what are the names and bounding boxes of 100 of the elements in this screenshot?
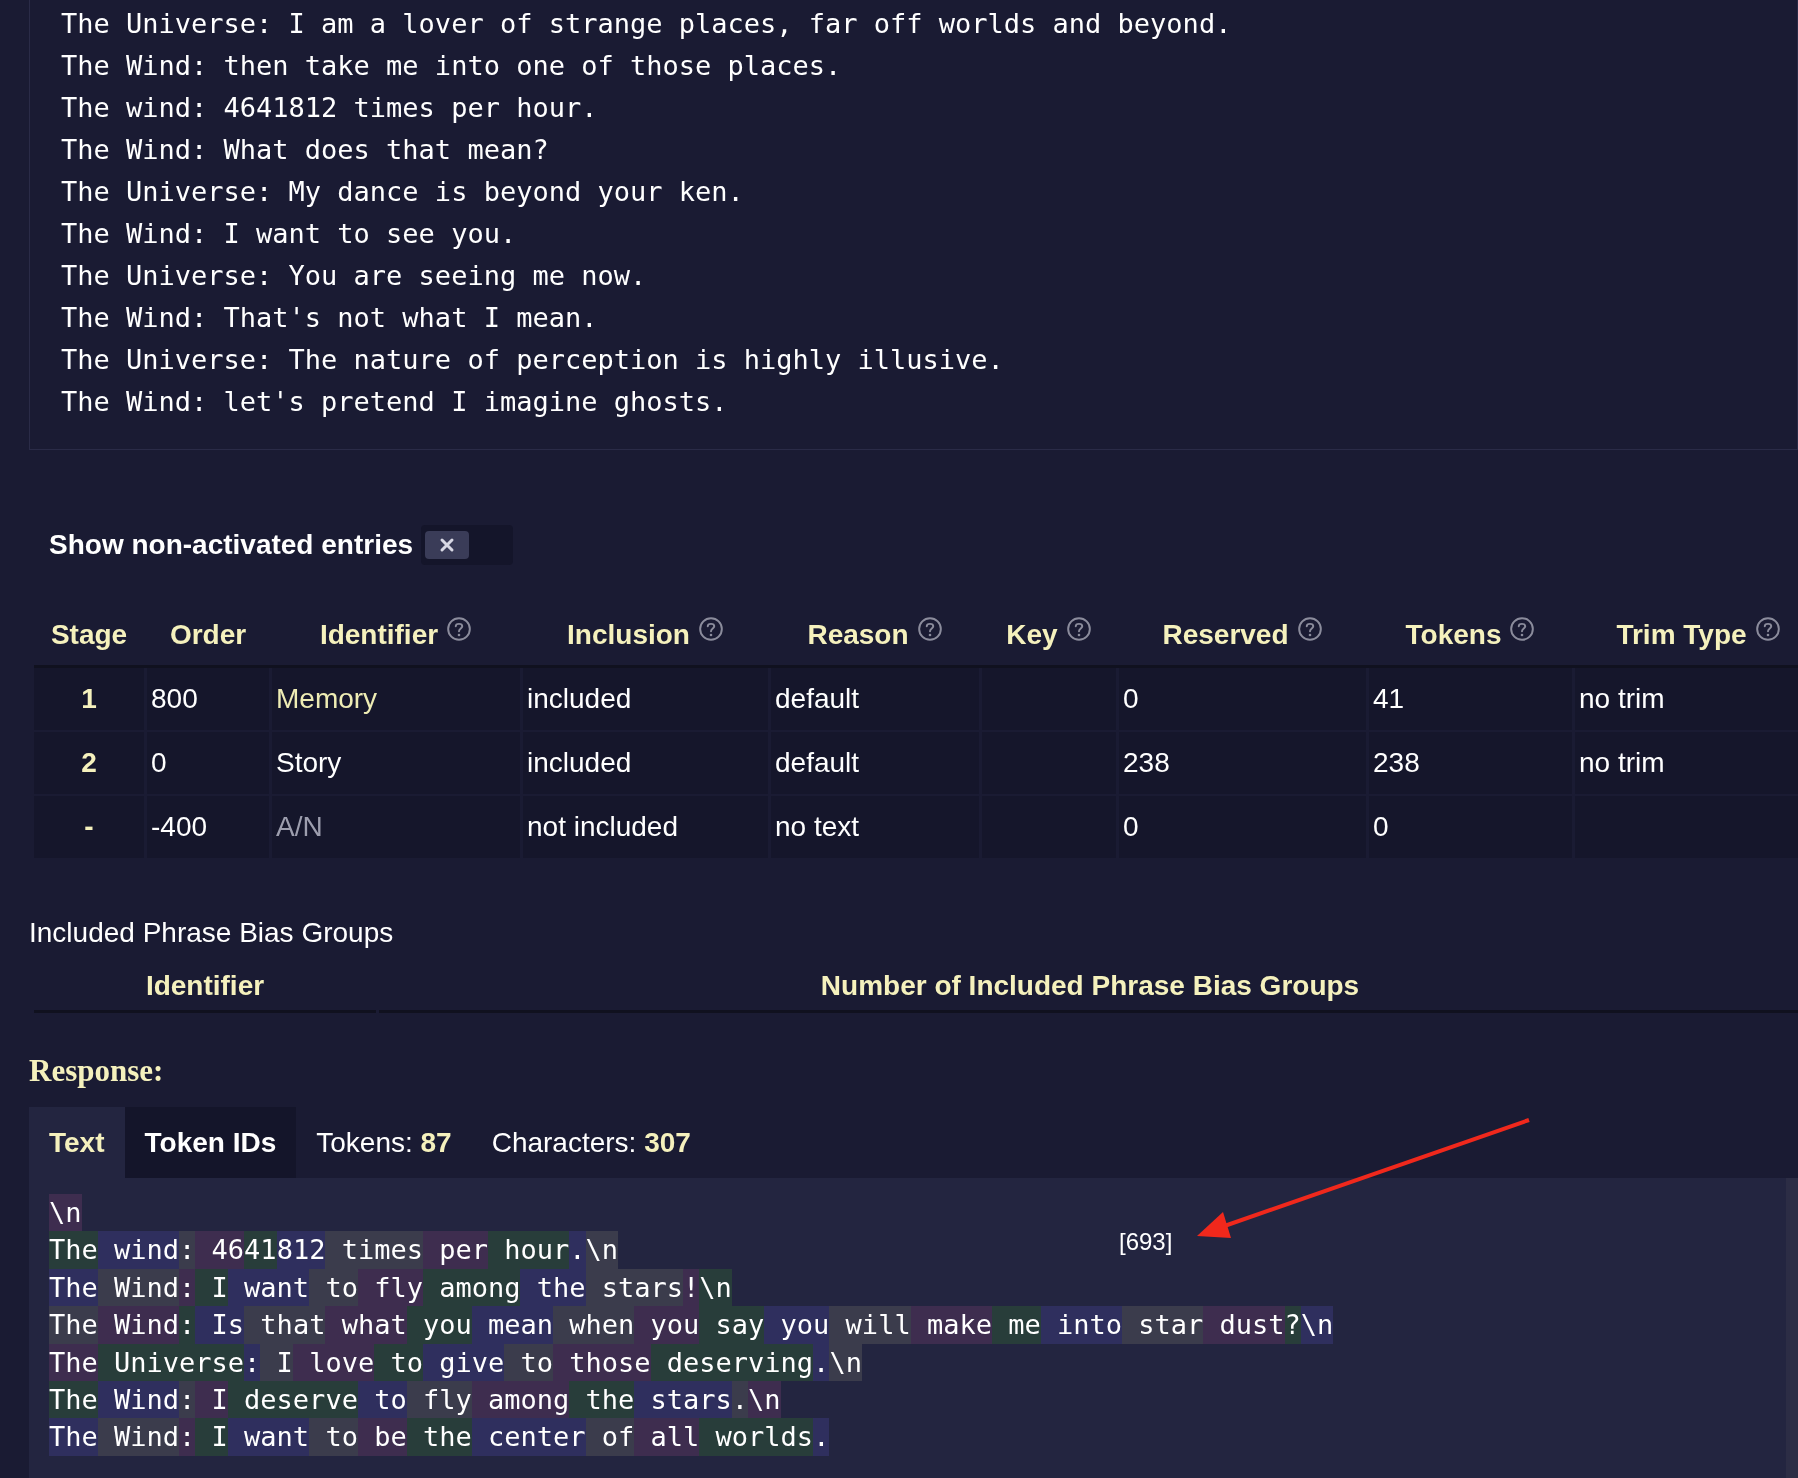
token: \n [748,1380,781,1419]
token: all [634,1418,700,1456]
token: center [471,1418,586,1456]
column-header: Identifier [34,961,376,1013]
help-icon[interactable] [446,616,473,642]
token: dust [1203,1306,1285,1344]
stat-text: Tokens: 87 [316,1126,452,1159]
token: I [195,1268,228,1307]
token: : [179,1418,196,1456]
token: . [813,1343,830,1381]
token: Wind [97,1306,180,1344]
column-header: Identifier [272,619,520,651]
table-cell: Memory [272,668,520,732]
token: to [504,1343,553,1381]
token: be [357,1418,407,1456]
column-header: Number of Included Phrase Bias Groups [379,961,1798,1013]
token: deserve [227,1380,358,1419]
tab[interactable]: Text [29,1107,125,1178]
context-line: The Wind: let's pretend I imagine ghosts. [61,385,729,419]
token: you [634,1306,700,1344]
help-icon[interactable] [1065,616,1092,642]
table-cell: 0 [1369,796,1572,860]
table-cell: 41 [1369,668,1572,732]
token: The [49,1306,98,1344]
token: that [244,1306,326,1344]
help-icon[interactable] [1754,616,1781,642]
table-cell: no trim [1575,732,1798,796]
token: Wind [97,1268,180,1307]
table-cell: included [523,668,768,732]
token: among [471,1380,570,1419]
help-icon[interactable] [1509,616,1536,642]
table-cell: no text [771,796,979,860]
table-cell: included [523,732,768,796]
table-cell: 800 [147,668,269,732]
context-line: The Wind: then take me into one of those places. [61,49,843,83]
column-header: Inclusion [523,619,768,651]
token: Wind [97,1380,180,1419]
token: : [179,1231,196,1269]
table-cell: 0 [1119,796,1366,860]
token: to [357,1380,407,1419]
token: . [569,1231,586,1269]
table-cell: 2 [34,732,144,796]
context-line: The Wind: What does that mean? [61,133,550,167]
token: you [764,1306,830,1344]
token: love [292,1343,375,1381]
token: of [585,1418,635,1456]
token: what [325,1306,407,1344]
token: mean [471,1306,553,1344]
table-cell: 0 [1119,668,1366,732]
help-icon[interactable] [1296,616,1323,642]
token: \n [829,1343,862,1381]
token: fly [357,1268,423,1307]
toggle-switch[interactable] [421,525,514,565]
token: Universe [97,1343,245,1381]
token: 41 [244,1231,277,1269]
column-header: Key [982,619,1116,651]
token: The [49,1380,98,1419]
token: to [309,1268,358,1307]
token: worlds [699,1418,814,1456]
token: those [553,1343,651,1381]
table-cell: default [771,732,979,796]
table-cell: Story [272,732,520,796]
token: \n [585,1231,619,1269]
token: : [179,1380,196,1419]
token: fly [406,1380,472,1419]
help-icon[interactable] [697,616,724,642]
context-line: The Universe: My dance is beyond your ken. [61,175,745,209]
token: want [227,1418,310,1456]
token: The [49,1343,98,1381]
column-header: Trim Type [1575,619,1798,651]
context-line: The Universe: I am a lover of strange places, far off worlds and beyond. [61,7,1233,41]
context-line: The Universe: You are seeing me now. [61,259,648,293]
table-cell: not included [523,796,768,860]
token: deserving [650,1343,814,1381]
token: the [406,1418,472,1456]
token: into [1040,1306,1122,1344]
token: : [179,1306,196,1344]
token: : [179,1268,196,1307]
token: \n [49,1194,82,1232]
token: make [910,1306,992,1344]
token: you [406,1306,472,1344]
token: \n [1300,1306,1334,1344]
section-title: Included Phrase Bias Groups [29,917,395,949]
token: \n [699,1268,732,1307]
table-cell: A/N [272,796,520,860]
token: 46 [195,1231,245,1269]
help-icon[interactable] [916,616,943,642]
token: per [422,1231,488,1269]
context-line: The Wind: I want to see you. [61,217,518,251]
token: : [244,1343,261,1381]
token: when [553,1306,635,1344]
token: star [1122,1306,1204,1344]
token: stars [585,1268,684,1307]
table-cell: - [34,796,144,860]
column-header: Stage [49,619,129,651]
token: Wind [97,1418,180,1456]
token: say [699,1306,765,1344]
token: the [520,1268,586,1307]
token: stars [634,1380,732,1419]
tab[interactable]: Token IDs [124,1107,297,1178]
